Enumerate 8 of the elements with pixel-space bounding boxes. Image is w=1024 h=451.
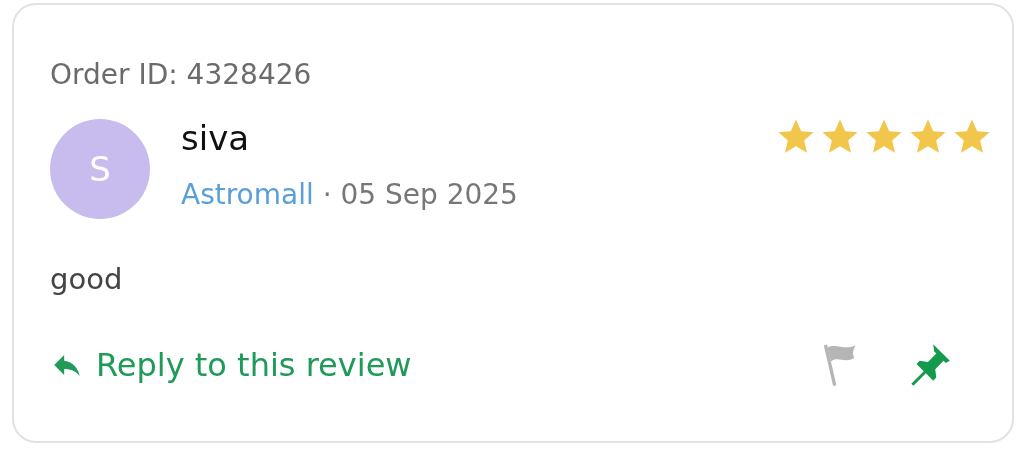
separator: · [322,178,332,211]
reviewer-name: siva [181,117,251,159]
order-id: Order ID: 4328426 [50,57,313,93]
avatar: S [50,119,150,219]
review-date: 05 Sep 2025 [340,178,518,211]
source-label: Astromall [181,178,314,211]
review-text: good [50,261,124,298]
reply-link[interactable]: Reply to this review [50,346,412,384]
